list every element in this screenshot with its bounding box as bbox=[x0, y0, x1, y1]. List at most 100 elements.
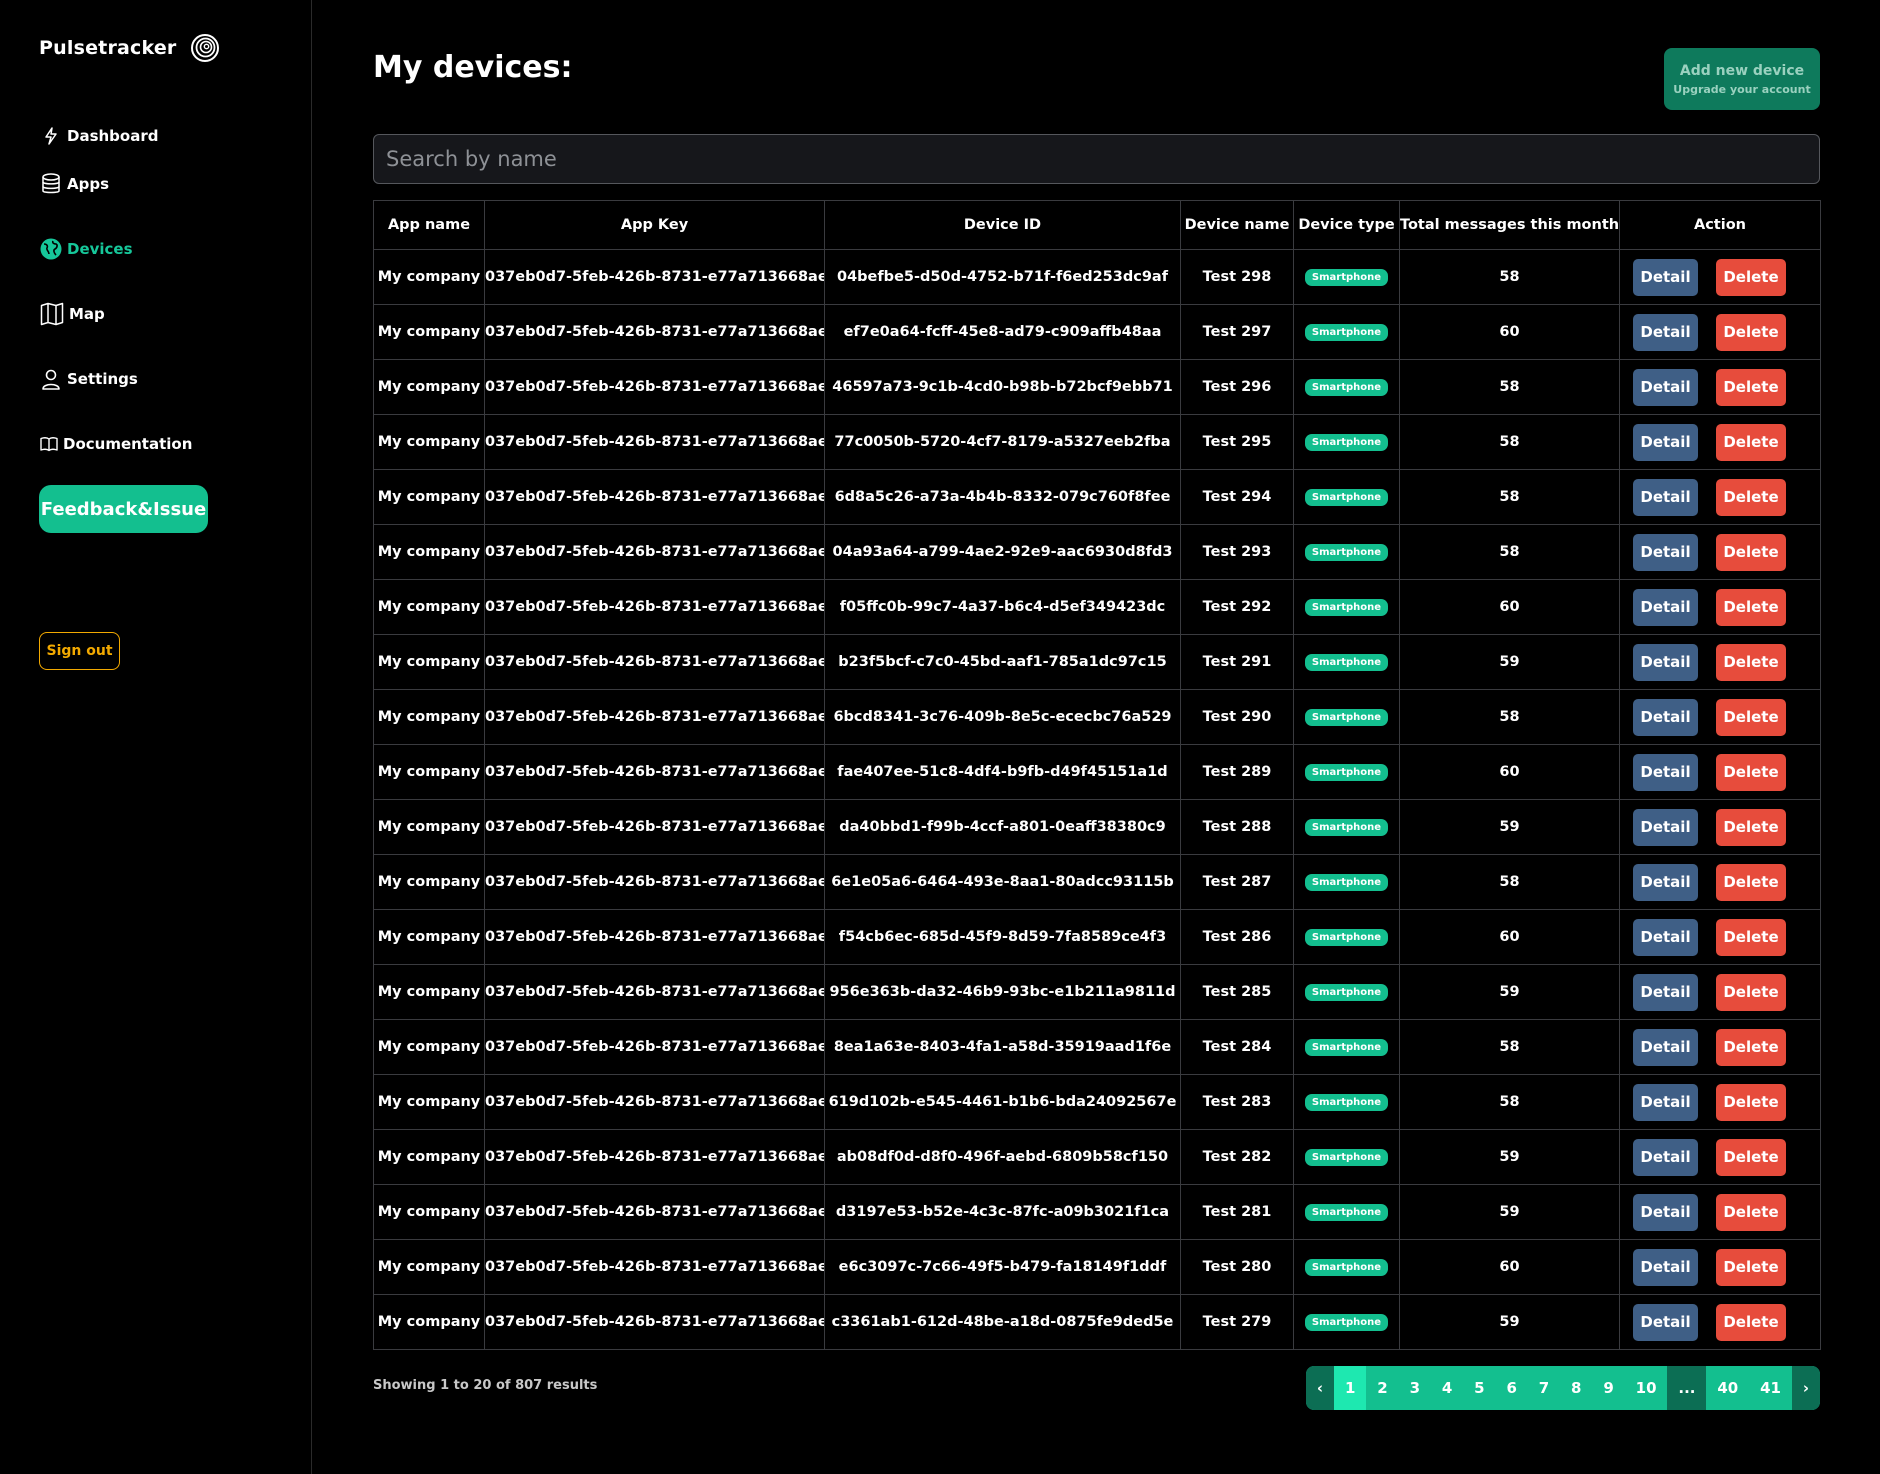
nav-apps-label: Apps bbox=[67, 175, 110, 193]
column-header-app-name: App name bbox=[373, 200, 485, 250]
page-button[interactable]: 40 bbox=[1706, 1366, 1749, 1410]
cell-device-id: 46597a73-9c1b-4cd0-b98b-b72bcf9ebb71 bbox=[824, 359, 1181, 415]
sign-out-button[interactable]: Sign out bbox=[39, 632, 120, 670]
detail-button[interactable]: Detail bbox=[1633, 1193, 1698, 1231]
delete-button[interactable]: Delete bbox=[1716, 1248, 1786, 1286]
detail-button[interactable]: Detail bbox=[1633, 643, 1698, 681]
device-type-badge: Smartphone bbox=[1304, 324, 1389, 341]
delete-button[interactable]: Delete bbox=[1716, 863, 1786, 901]
nav-dashboard[interactable]: Dashboard bbox=[39, 124, 158, 148]
delete-button[interactable]: Delete bbox=[1716, 753, 1786, 791]
delete-button[interactable]: Delete bbox=[1716, 1193, 1786, 1231]
nav-settings[interactable]: Settings bbox=[39, 367, 138, 391]
page-button[interactable]: 5 bbox=[1463, 1366, 1495, 1410]
cell-device-name: Test 293 bbox=[1180, 524, 1294, 580]
cell-app-key: 037eb0d7-5feb-426b-8731-e77a713668ae bbox=[484, 744, 825, 800]
table-row: My company 037eb0d7-5feb-426b-8731-e77a71… bbox=[373, 579, 1821, 635]
page-button[interactable]: 7 bbox=[1528, 1366, 1560, 1410]
cell-app-key: 037eb0d7-5feb-426b-8731-e77a713668ae bbox=[484, 1074, 825, 1130]
current-page-button[interactable]: 1 bbox=[1334, 1366, 1367, 1410]
detail-button[interactable]: Detail bbox=[1633, 918, 1698, 956]
detail-button[interactable]: Detail bbox=[1633, 753, 1698, 791]
delete-button[interactable]: Delete bbox=[1716, 1083, 1786, 1121]
page-button[interactable]: 10 bbox=[1625, 1366, 1668, 1410]
detail-button[interactable]: Detail bbox=[1633, 973, 1698, 1011]
device-type-badge: Smartphone bbox=[1304, 1039, 1389, 1056]
globe-icon bbox=[39, 237, 63, 261]
delete-button[interactable]: Delete bbox=[1716, 588, 1786, 626]
detail-button[interactable]: Detail bbox=[1633, 1028, 1698, 1066]
detail-button[interactable]: Detail bbox=[1633, 1248, 1698, 1286]
page-button[interactable]: 6 bbox=[1496, 1366, 1528, 1410]
detail-button[interactable]: Detail bbox=[1633, 258, 1698, 296]
delete-button[interactable]: Delete bbox=[1716, 533, 1786, 571]
page-button[interactable]: 2 bbox=[1366, 1366, 1398, 1410]
page-button[interactable]: 4 bbox=[1431, 1366, 1463, 1410]
nav-apps[interactable]: Apps bbox=[39, 172, 109, 196]
delete-button[interactable]: Delete bbox=[1716, 1303, 1786, 1341]
cell-device-type: Smartphone bbox=[1293, 1019, 1400, 1075]
delete-button[interactable]: Delete bbox=[1716, 478, 1786, 516]
cell-messages: 60 bbox=[1399, 579, 1620, 635]
detail-button[interactable]: Detail bbox=[1633, 863, 1698, 901]
delete-button[interactable]: Delete bbox=[1716, 313, 1786, 351]
cell-messages: 58 bbox=[1399, 689, 1620, 745]
search-input[interactable] bbox=[373, 134, 1820, 184]
results-summary: Showing 1 to 20 of 807 results bbox=[373, 1378, 598, 1393]
brand[interactable]: Pulsetracker bbox=[39, 33, 220, 63]
page-button[interactable]: 9 bbox=[1592, 1366, 1624, 1410]
devices-table: App name App Key Device ID Device name D… bbox=[373, 200, 1821, 1350]
delete-button[interactable]: Delete bbox=[1716, 698, 1786, 736]
detail-button[interactable]: Detail bbox=[1633, 313, 1698, 351]
delete-button[interactable]: Delete bbox=[1716, 1028, 1786, 1066]
detail-button[interactable]: Detail bbox=[1633, 368, 1698, 406]
cell-app-key: 037eb0d7-5feb-426b-8731-e77a713668ae bbox=[484, 1019, 825, 1075]
cell-app-name: My company bbox=[373, 524, 485, 580]
detail-button[interactable]: Detail bbox=[1633, 1083, 1698, 1121]
column-header-device-type: Device type bbox=[1293, 200, 1400, 250]
add-new-device-button[interactable]: Add new device Upgrade your account bbox=[1664, 48, 1820, 110]
detail-button[interactable]: Detail bbox=[1633, 1138, 1698, 1176]
cell-app-key: 037eb0d7-5feb-426b-8731-e77a713668ae bbox=[484, 359, 825, 415]
device-type-badge: Smartphone bbox=[1304, 819, 1389, 836]
delete-button[interactable]: Delete bbox=[1716, 643, 1786, 681]
delete-button[interactable]: Delete bbox=[1716, 368, 1786, 406]
column-header-device-id: Device ID bbox=[824, 200, 1181, 250]
delete-button[interactable]: Delete bbox=[1716, 808, 1786, 846]
cell-device-id: 8ea1a63e-8403-4fa1-a58d-35919aad1f6e bbox=[824, 1019, 1181, 1075]
detail-button[interactable]: Detail bbox=[1633, 698, 1698, 736]
detail-button[interactable]: Detail bbox=[1633, 1303, 1698, 1341]
feedback-issue-button[interactable]: Feedback&Issue bbox=[39, 485, 208, 533]
nav-documentation[interactable]: Documentation bbox=[39, 432, 192, 456]
delete-button[interactable]: Delete bbox=[1716, 423, 1786, 461]
page-button[interactable]: 8 bbox=[1560, 1366, 1592, 1410]
cell-device-type: Smartphone bbox=[1293, 524, 1400, 580]
detail-button[interactable]: Detail bbox=[1633, 588, 1698, 626]
page-button[interactable]: 3 bbox=[1399, 1366, 1431, 1410]
delete-button[interactable]: Delete bbox=[1716, 1138, 1786, 1176]
detail-button[interactable]: Detail bbox=[1633, 808, 1698, 846]
device-type-badge: Smartphone bbox=[1304, 1314, 1389, 1331]
delete-button[interactable]: Delete bbox=[1716, 918, 1786, 956]
cell-actions: Detail Delete bbox=[1619, 579, 1821, 635]
upgrade-account-label: Upgrade your account bbox=[1673, 82, 1811, 96]
prev-page-button[interactable]: ‹ bbox=[1306, 1366, 1335, 1410]
next-page-button[interactable]: › bbox=[1791, 1366, 1820, 1410]
delete-button[interactable]: Delete bbox=[1716, 973, 1786, 1011]
cell-messages: 58 bbox=[1399, 469, 1620, 525]
device-type-badge: Smartphone bbox=[1304, 379, 1389, 396]
page-button[interactable]: 41 bbox=[1749, 1366, 1792, 1410]
nav-settings-label: Settings bbox=[67, 370, 138, 388]
cell-messages: 58 bbox=[1399, 524, 1620, 580]
delete-button[interactable]: Delete bbox=[1716, 258, 1786, 296]
cell-messages: 58 bbox=[1399, 854, 1620, 910]
detail-button[interactable]: Detail bbox=[1633, 533, 1698, 571]
nav-map[interactable]: Map bbox=[39, 302, 105, 326]
pagination: ‹ 1 2 3 4 5 6 7 8 9 10... 40 41 › bbox=[1306, 1366, 1820, 1410]
table-row: My company 037eb0d7-5feb-426b-8731-e77a71… bbox=[373, 799, 1821, 855]
nav-devices[interactable]: Devices bbox=[39, 237, 133, 261]
map-icon bbox=[39, 302, 65, 326]
detail-button[interactable]: Detail bbox=[1633, 478, 1698, 516]
detail-button[interactable]: Detail bbox=[1633, 423, 1698, 461]
nav-devices-label: Devices bbox=[67, 240, 133, 258]
